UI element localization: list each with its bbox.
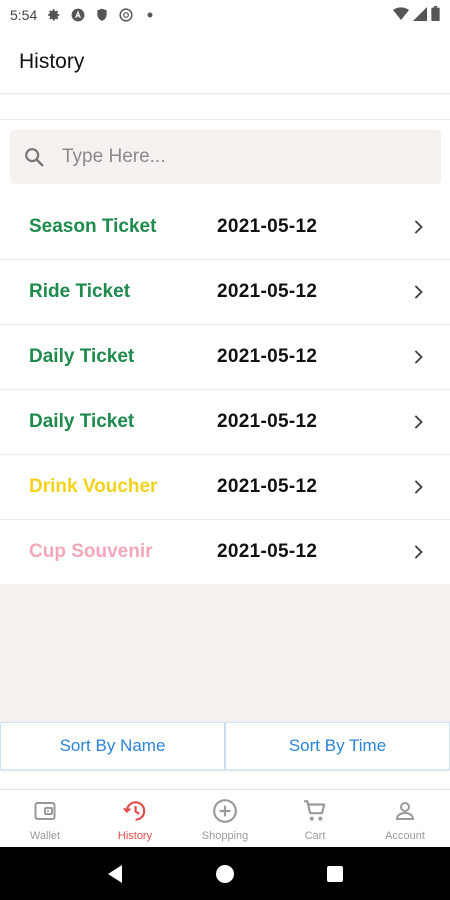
shield-icon [95,8,109,22]
search-bar[interactable] [10,130,441,184]
chevron-right-icon [411,285,425,299]
dot-icon [143,8,157,22]
history-row[interactable]: Daily Ticket 2021-05-12 [0,324,450,389]
search-section [0,122,450,194]
sort-by-time-button[interactable]: Sort By Time [225,722,450,770]
search-input[interactable] [62,146,402,168]
battery-icon [431,6,440,24]
nav-label-history: History [117,829,153,842]
history-row[interactable]: Daily Ticket 2021-05-12 [0,389,450,454]
search-icon [22,145,46,169]
history-icon [122,798,148,824]
nav-item-cart[interactable]: Cart [270,790,360,847]
nav-label-cart: Cart [304,829,326,842]
chevron-right-icon [411,480,425,494]
chevron-right-icon [411,350,425,364]
nav-item-shopping[interactable]: Shopping [180,790,270,847]
chevron-right-icon [411,219,425,234]
cart-icon [302,798,328,824]
history-row[interactable]: Ride Ticket 2021-05-12 [0,259,450,324]
home-icon[interactable] [211,860,239,888]
person-icon [392,798,418,824]
back-icon[interactable] [101,860,129,888]
sort-by-name-button[interactable]: Sort By Name [0,722,225,770]
nav-item-account[interactable]: Account [360,790,450,847]
history-list-area: Season Ticket 2021-05-12 Ride Ticket 2021-0… [0,194,450,722]
status-time: 5:54 [10,7,38,23]
history-item-name: Cup Souvenir [29,541,153,562]
gear-icon [47,8,61,22]
app-bar: History [0,30,450,94]
chevron-right-icon [411,415,425,429]
history-item-name: Season Ticket [29,215,157,237]
nav-label-shopping: Shopping [201,829,249,842]
history-item-date: 2021-05-12 [217,215,318,237]
sort-bar: Sort By Name Sort By Time [0,722,450,770]
page-title: History [19,49,85,73]
history-row[interactable]: Drink Voucher 2021-05-12 [0,454,450,519]
history-row[interactable]: Season Ticket 2021-05-12 [0,194,450,259]
history-item-name: Daily Ticket [29,411,135,432]
circle-a-icon [119,8,133,22]
history-list: Season Ticket 2021-05-12 Ride Ticket 2021-0… [0,194,450,584]
history-item-name: Drink Voucher [29,476,158,497]
wifi-icon [393,6,409,24]
nav-item-wallet[interactable]: Wallet [0,790,90,847]
chevron-right-icon [411,545,425,559]
history-item-date: 2021-05-12 [217,281,318,302]
status-bar: 5:54 [0,0,450,30]
signal-icon [413,6,427,24]
nav-item-history[interactable]: History [90,790,180,847]
plus-circle-icon [212,798,238,824]
spacer-band [0,95,450,120]
history-item-date: 2021-05-12 [217,346,318,367]
nav-label-wallet: Wallet [29,829,61,842]
history-row[interactable]: Cup Souvenir 2021-05-12 [0,519,450,584]
bottom-nav: Wallet History Shopping Cart Account [0,789,450,847]
recents-icon[interactable] [321,860,349,888]
a-logo-icon [71,8,85,22]
history-item-name: Daily Ticket [29,346,135,367]
system-nav-bar [0,847,450,900]
history-item-date: 2021-05-12 [217,541,318,562]
history-item-date: 2021-05-12 [217,411,318,432]
history-item-date: 2021-05-12 [217,476,318,497]
nav-label-account: Account [385,829,425,842]
history-item-name: Ride Ticket [29,281,131,302]
wallet-icon [32,798,58,824]
